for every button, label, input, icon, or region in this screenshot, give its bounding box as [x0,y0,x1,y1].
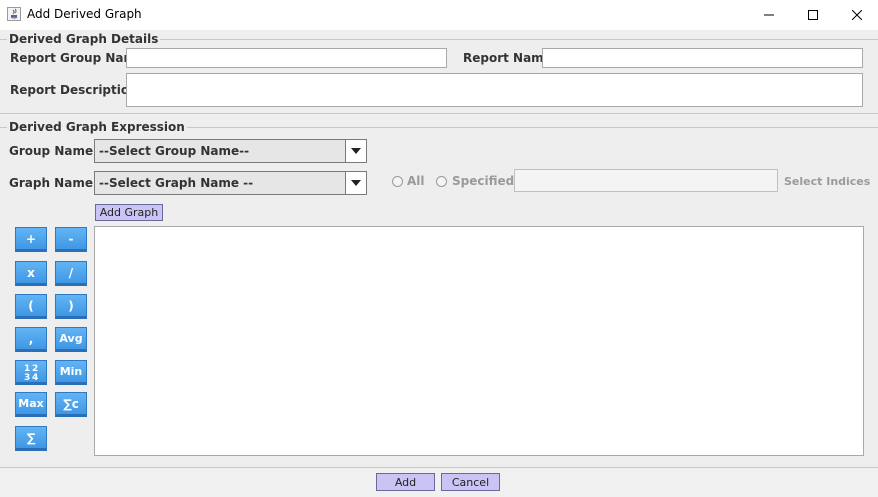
dropdown-arrow[interactable] [345,172,366,194]
radio-specified-label: Specified [452,174,515,188]
close-button[interactable] [834,0,878,30]
details-legend: Derived Graph Details [9,32,159,46]
svg-text:4: 4 [32,373,38,382]
report-group-name-label: Report Group Name [10,51,145,65]
radio-all-label: All [407,174,425,188]
close-paren-button[interactable]: ) [55,294,87,319]
minimize-button[interactable] [746,0,792,30]
plus-button[interactable]: + [15,227,47,252]
max-button[interactable]: Max [15,392,47,417]
maximize-button[interactable] [790,0,836,30]
expression-textarea[interactable] [94,226,864,456]
close-icon [852,10,862,20]
sum-c-button[interactable]: ∑c [55,392,87,417]
radio-all[interactable] [392,176,403,187]
cancel-button[interactable]: Cancel [441,473,500,491]
minus-button[interactable]: - [55,227,87,252]
maximize-icon [808,10,818,20]
multiply-button[interactable]: x [15,261,47,286]
add-graph-button[interactable]: Add Graph [95,204,163,221]
add-button[interactable]: Add [376,473,435,491]
graph-name-label: Graph Name [9,176,93,190]
open-paren-button[interactable]: ( [15,294,47,319]
chevron-down-icon [351,180,361,186]
group-name-selected: --Select Group Name-- [99,144,250,158]
dropdown-arrow[interactable] [345,140,366,162]
avg-button[interactable]: Avg [55,327,87,352]
expression-legend: Derived Graph Expression [9,120,185,134]
sum-button[interactable]: ∑ [15,426,47,451]
group-name-select[interactable]: --Select Group Name-- [94,139,367,163]
min-button[interactable]: Min [55,360,87,385]
radio-specified[interactable] [436,176,447,187]
title-bar: Add Derived Graph [0,0,878,30]
window-title: Add Derived Graph [27,7,142,21]
java-app-icon [7,7,21,21]
report-description-label: Report Description [10,83,138,97]
svg-text:3: 3 [24,373,30,382]
divide-button[interactable]: / [55,261,87,286]
comma-button[interactable]: , [15,327,47,352]
report-name-label: Report Name [463,51,552,65]
minimize-icon [764,14,774,16]
report-name-field[interactable] [542,48,863,68]
indices-grid-icon: 1 2 3 4 [24,364,38,382]
indices-field[interactable] [514,169,778,192]
dialog-footer: Add Cancel [0,467,878,497]
indices-button[interactable]: 1 2 3 4 [15,360,47,385]
graph-name-select[interactable]: --Select Graph Name -- [94,171,367,195]
report-description-field[interactable] [126,73,863,107]
graph-name-selected: --Select Graph Name -- [99,176,254,190]
select-indices-label[interactable]: Select Indices [784,175,870,188]
group-name-label: Group Name [9,144,94,158]
chevron-down-icon [351,148,361,154]
report-group-name-field[interactable] [126,48,447,68]
dialog-panel: Derived Graph Details Report Group Name … [0,30,878,468]
